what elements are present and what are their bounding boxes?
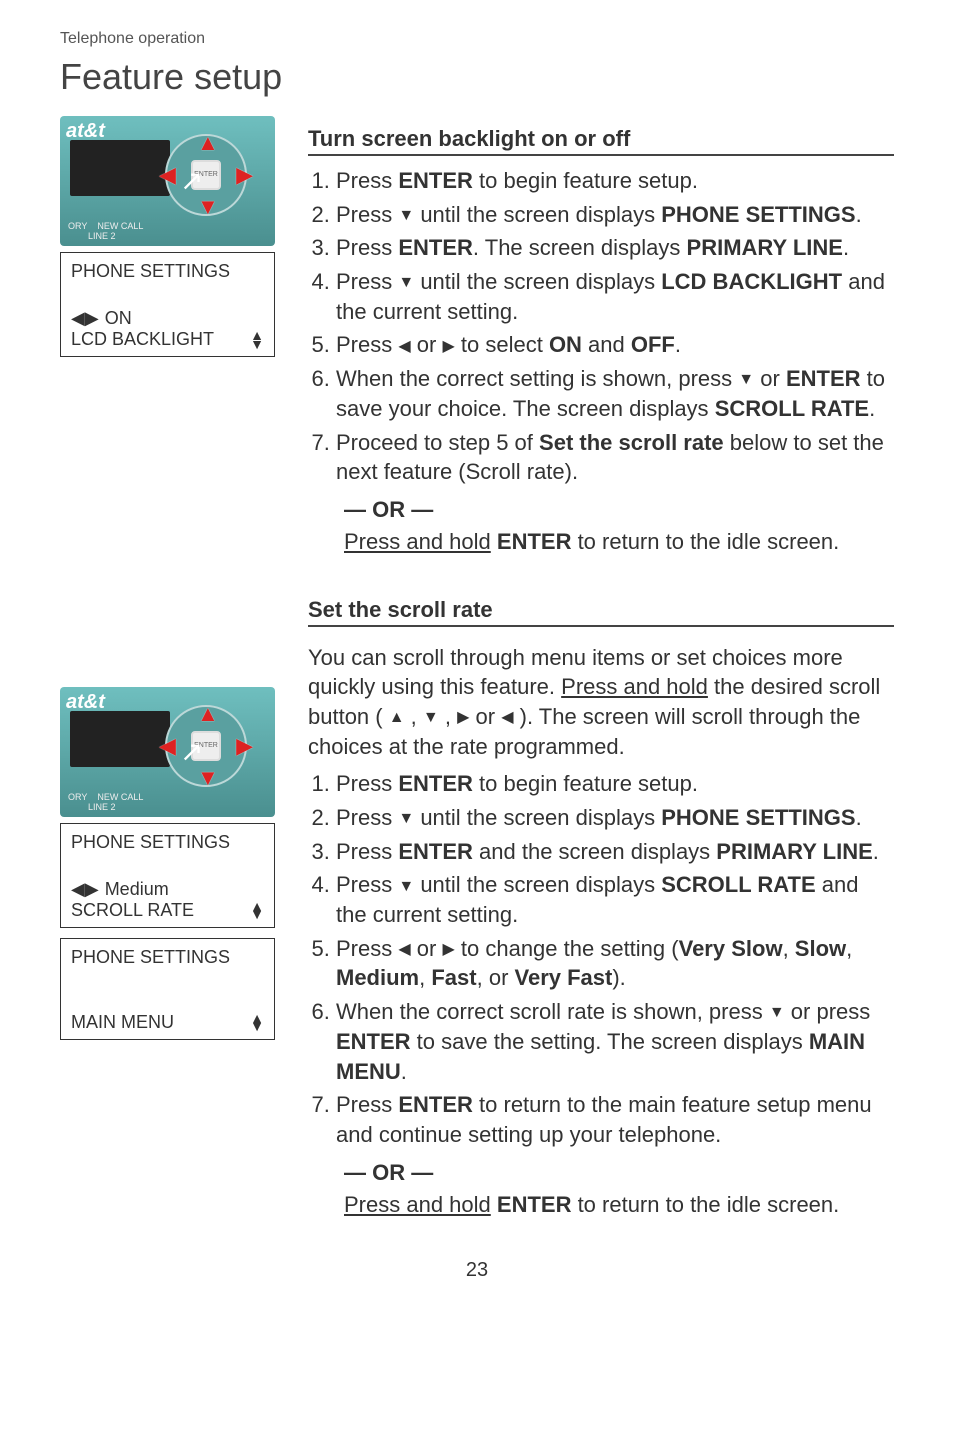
page-number: 23: [60, 1259, 894, 1282]
phone-labels: ORY NEW CALL LINE 2: [68, 222, 143, 242]
lcd-label: LCD BACKLIGHT: [71, 329, 214, 350]
step: Press ▼ until the screen displays PHONE …: [336, 200, 894, 230]
step: Press ENTER to begin feature setup.: [336, 166, 894, 196]
lcd-box-main-menu: PHONE SETTINGS MAIN MENU ▲ ▼: [60, 938, 275, 1040]
down-triangle-icon: ▼: [398, 811, 414, 827]
down-triangle-icon: ▼: [398, 208, 414, 224]
down-triangle-icon: ▼: [423, 710, 439, 726]
step: Press ENTER to return to the main featur…: [336, 1090, 894, 1149]
phone-illustration: at&t ENTER ▲ ▼ ◀ ▶ ↗ ORY NEW CALL LINE 2: [60, 116, 275, 246]
divider: [308, 625, 894, 627]
down-triangle-icon: ▼: [769, 1005, 785, 1021]
dpad: ENTER ▲ ▼ ◀ ▶: [165, 705, 247, 787]
down-arrow-icon: ▼: [197, 194, 219, 220]
section-heading-backlight: Turn screen backlight on or off: [308, 126, 894, 152]
step: Proceed to step 5 of Set the scroll rate…: [336, 428, 894, 487]
steps-list: Press ENTER to begin feature setup. Pres…: [308, 769, 894, 1149]
up-down-indicator-icon: ▲ ▼: [250, 1014, 264, 1031]
lcd-box-backlight: PHONE SETTINGS ◀▶ ON LCD BACKLIGHT ▲ ▼: [60, 252, 275, 357]
right-triangle-icon: ▶: [442, 942, 454, 958]
left-right-indicator-icon: ◀▶: [71, 308, 99, 329]
lcd-label: SCROLL RATE: [71, 900, 194, 921]
right-arrow-icon: ▶: [236, 162, 253, 188]
down-triangle-icon: ▼: [738, 372, 754, 388]
lcd-heading: PHONE SETTINGS: [71, 832, 264, 853]
lcd-label: MAIN MENU: [71, 1012, 174, 1033]
left-triangle-icon: ◀: [398, 339, 410, 355]
up-down-indicator-icon: ▲ ▼: [250, 902, 264, 919]
left-arrow-icon: ◀: [159, 733, 176, 759]
page-title: Feature setup: [60, 56, 894, 98]
up-triangle-icon: ▲: [389, 710, 405, 726]
step: Press ◀ or ▶ to change the setting (Very…: [336, 934, 894, 993]
pointer-arrow-icon: ↗: [180, 735, 203, 768]
up-arrow-icon: ▲: [197, 130, 219, 156]
left-triangle-icon: ◀: [501, 710, 513, 726]
step: Press ▼ until the screen displays PHONE …: [336, 803, 894, 833]
phone-screen: [70, 711, 170, 767]
after-or-text: Press and hold ENTER to return to the id…: [344, 1190, 894, 1220]
phone-labels: ORY NEW CALL LINE 2: [68, 793, 143, 813]
up-arrow-icon: ▲: [197, 701, 219, 727]
left-right-indicator-icon: ◀▶: [71, 879, 99, 900]
step: Press ▼ until the screen displays LCD BA…: [336, 267, 894, 326]
step: When the correct scroll rate is shown, p…: [336, 997, 894, 1086]
right-triangle-icon: ▶: [457, 710, 469, 726]
intro-text: You can scroll through menu items or set…: [308, 643, 894, 762]
step: When the correct setting is shown, press…: [336, 364, 894, 423]
divider: [308, 154, 894, 156]
breadcrumb: Telephone operation: [60, 30, 894, 48]
step: Press ◀ or ▶ to select ON and OFF.: [336, 330, 894, 360]
down-triangle-icon: ▼: [398, 275, 414, 291]
lcd-box-scroll: PHONE SETTINGS ◀▶ Medium SCROLL RATE ▲ ▼: [60, 823, 275, 928]
down-arrow-icon: ▼: [197, 765, 219, 791]
up-down-indicator-icon: ▲ ▼: [250, 331, 264, 348]
left-arrow-icon: ◀: [159, 162, 176, 188]
after-or-text: Press and hold ENTER to return to the id…: [344, 527, 894, 557]
right-triangle-icon: ▶: [442, 339, 454, 355]
step: Press ENTER to begin feature setup.: [336, 769, 894, 799]
phone-screen: [70, 140, 170, 196]
step: Press ▼ until the screen displays SCROLL…: [336, 870, 894, 929]
section-heading-scroll: Set the scroll rate: [308, 597, 894, 623]
pointer-arrow-icon: ↗: [180, 164, 203, 197]
or-separator: — OR —: [344, 497, 894, 523]
lcd-heading: PHONE SETTINGS: [71, 947, 264, 968]
lcd-value: Medium: [105, 879, 169, 900]
step: Press ENTER. The screen displays PRIMARY…: [336, 233, 894, 263]
steps-list: Press ENTER to begin feature setup. Pres…: [308, 166, 894, 487]
right-arrow-icon: ▶: [236, 733, 253, 759]
lcd-heading: PHONE SETTINGS: [71, 261, 264, 282]
down-triangle-icon: ▼: [398, 879, 414, 895]
dpad: ENTER ▲ ▼ ◀ ▶: [165, 134, 247, 216]
or-separator: — OR —: [344, 1160, 894, 1186]
phone-illustration: at&t ENTER ▲ ▼ ◀ ▶ ↗ ORY NEW CALL LINE 2: [60, 687, 275, 817]
left-triangle-icon: ◀: [398, 942, 410, 958]
lcd-value: ON: [105, 308, 132, 329]
step: Press ENTER and the screen displays PRIM…: [336, 837, 894, 867]
